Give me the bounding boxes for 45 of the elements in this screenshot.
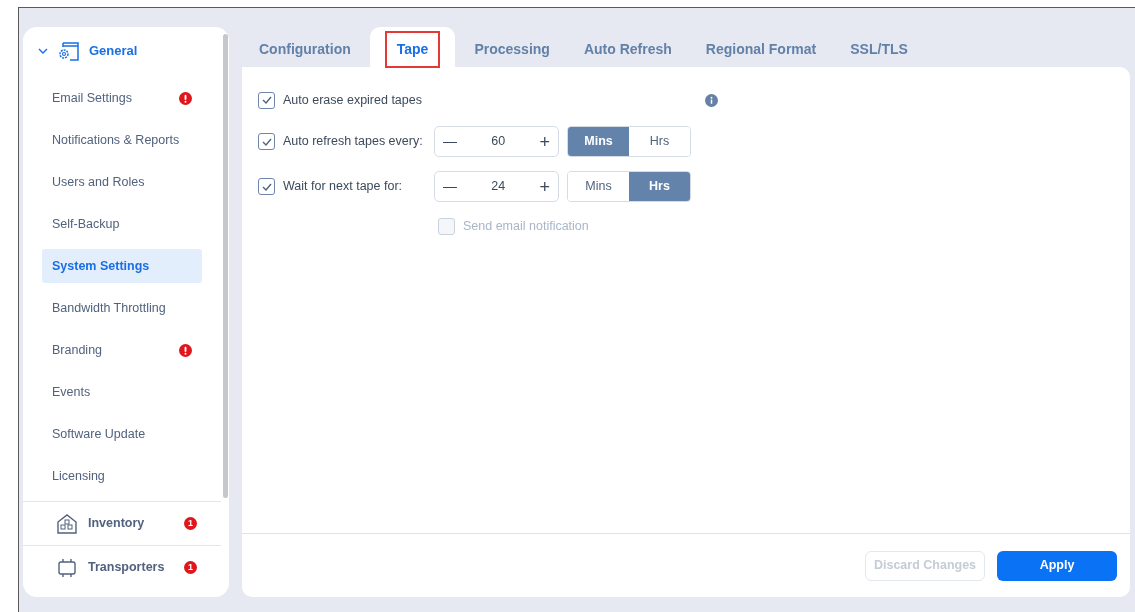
house-icon [56,512,78,535]
checkbox[interactable] [258,91,275,109]
count-badge: 1 [184,561,197,574]
number-spinner[interactable]: — 60 + [434,126,559,157]
plus-button[interactable]: + [539,177,550,196]
section-title[interactable]: General [89,41,138,61]
checkmark-icon [260,94,273,106]
scrollbar-thumb[interactable] [223,34,228,498]
minus-button[interactable]: — [443,131,457,152]
sidebar-item[interactable]: Self-Backup [42,207,202,241]
checkbox[interactable] [258,133,275,150]
info-icon[interactable] [705,93,718,107]
tab[interactable]: Regional Format [690,27,832,67]
sidebar-group[interactable]: Inventory 1 [23,501,221,545]
option-label: Auto erase expired tapes [283,91,423,109]
sidebar-item[interactable]: Licensing [42,459,202,493]
plus-button[interactable]: + [539,132,550,151]
option-label: Send email notification [463,217,589,235]
number-value: 60 [491,133,506,151]
sidebar-item[interactable]: Email Settings [42,81,202,115]
sidebar-item[interactable]: Notifications & Reports [42,123,202,157]
sidebar-item[interactable]: System Settings [42,249,202,283]
count-badge: 1 [184,517,197,530]
apply-button[interactable]: Apply [997,550,1117,581]
unit-toggle[interactable]: Hrs [629,172,690,201]
sidebar-item[interactable]: Events [42,375,202,409]
sidebar-item[interactable]: Bandwidth Throttling [42,291,202,325]
sidebar-item[interactable]: Software Update [42,417,202,451]
number-spinner[interactable]: — 24 + [434,171,559,202]
sidebar-group[interactable]: Transporters 1 [23,545,221,589]
sidebar-item[interactable]: Branding [42,333,202,367]
tab[interactable]: Processing [459,27,565,67]
tab[interactable]: Configuration [244,27,366,67]
minus-button[interactable]: — [443,176,457,197]
option-label: Auto refresh tapes every: [283,133,424,151]
option-label: Wait for next tape for: [283,178,404,196]
gear-window-icon [57,41,79,61]
tab[interactable]: Auto Refresh [568,27,687,67]
number-value: 24 [491,178,506,196]
checkbox[interactable] [258,178,275,195]
tab[interactable]: SSL/TLS [835,27,923,67]
tab[interactable]: Tape [369,27,456,67]
chip-icon [56,556,78,579]
unit-toggle[interactable]: Mins [568,127,629,156]
sidebar-item[interactable]: Users and Roles [42,165,202,199]
